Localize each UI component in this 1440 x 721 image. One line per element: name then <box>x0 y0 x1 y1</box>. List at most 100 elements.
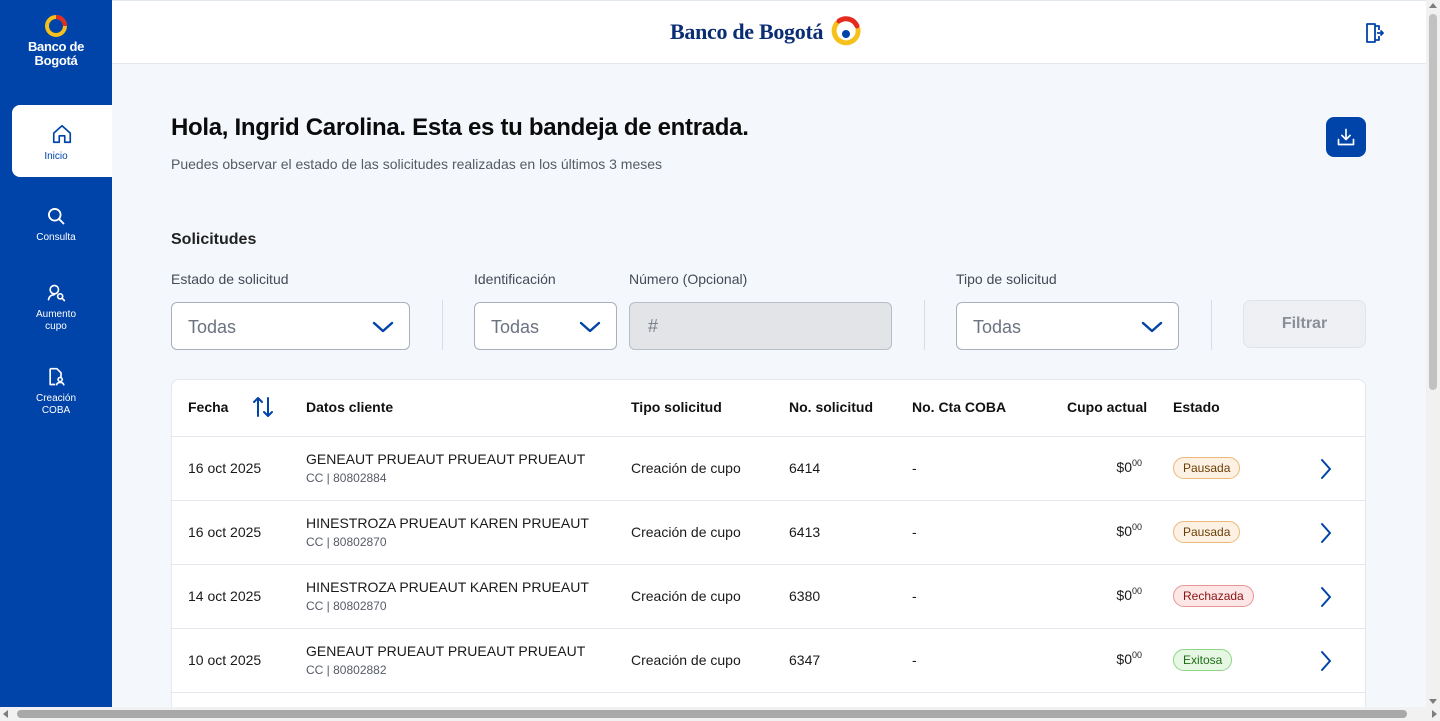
logout-icon <box>1366 23 1384 43</box>
row-cupo-dec: 00 <box>1131 522 1142 532</box>
row-cupo-int: $0 <box>1116 587 1132 603</box>
page-title: Hola, Ingrid Carolina. Esta es tu bandej… <box>171 114 749 141</box>
row-cupo-dec: 00 <box>1131 650 1142 660</box>
chevron-down-icon <box>372 321 394 333</box>
row-cta: - <box>912 652 917 668</box>
row-fecha: 10 oct 2025 <box>188 652 262 668</box>
vertical-scroll-thumb[interactable] <box>1429 14 1437 390</box>
filter-divider <box>442 300 443 350</box>
chevron-right-icon[interactable] <box>1318 649 1334 673</box>
table-row[interactable]: 16 oct 2025 GENEAUT PRUEAUT PRUEAUT PRUE… <box>172 437 1365 501</box>
col-header-cta: No. Cta COBA <box>912 399 1007 415</box>
row-tipo: Creación de cupo <box>631 652 741 668</box>
page-subtitle: Puedes observar el estado de las solicit… <box>171 156 663 172</box>
scroll-left-arrow[interactable] <box>3 710 8 718</box>
chevron-down-icon <box>1141 321 1163 333</box>
table-row[interactable]: 16 oct 2025 HINESTROZA PRUEAUT KAREN PRU… <box>172 501 1365 565</box>
horizontal-scroll-thumb[interactable] <box>17 710 1407 718</box>
row-tipo: Creación de cupo <box>631 524 741 540</box>
row-nro: 6414 <box>789 460 821 476</box>
horizontal-scrollbar[interactable] <box>0 707 1440 721</box>
nav-item-creacion-coba[interactable]: Creación COBA <box>0 367 112 417</box>
row-tipo: Creación de cupo <box>631 460 741 476</box>
top-header: Banco de Bogotá <box>112 0 1426 64</box>
estado-select-value: Todas <box>188 317 237 337</box>
col-header-fecha: Fecha <box>188 399 229 415</box>
download-button[interactable] <box>1326 117 1366 157</box>
section-title: Solicitudes <box>171 231 257 248</box>
chevron-down-icon <box>579 321 601 333</box>
sidebar-logo-line2: Bogotá <box>34 53 78 68</box>
col-header-cupo: Cupo actual <box>1067 399 1148 415</box>
row-cupo-int: $0 <box>1116 523 1132 539</box>
row-cupo-int: $0 <box>1116 651 1132 667</box>
row-cupo: $000 <box>1112 586 1142 603</box>
tipo-label: Tipo de solicitud <box>956 271 1057 287</box>
scroll-up-arrow[interactable] <box>1429 3 1437 8</box>
numero-input[interactable] <box>629 302 892 350</box>
sort-icon[interactable] <box>252 395 274 419</box>
nav-item-consulta[interactable]: Consulta <box>0 206 112 244</box>
estado-select[interactable]: Todas <box>171 302 410 350</box>
col-header-estado: Estado <box>1173 399 1220 415</box>
filter-button[interactable]: Filtrar <box>1243 300 1366 348</box>
estado-label: Estado de solicitud <box>171 271 289 287</box>
table-row[interactable]: 10 oct 2025 GENEAUT PRUEAUT PRUEAUT PRUE… <box>172 629 1365 693</box>
row-tipo: Creación de cupo <box>631 588 741 604</box>
status-badge: Exitosa <box>1173 649 1233 671</box>
nav-label-aumento-line2: cupo <box>45 321 67 332</box>
nav-item-inicio[interactable]: Inicio <box>12 105 112 177</box>
row-identificacion: CC | 80802870 <box>306 599 387 613</box>
row-nombre: HINESTROZA PRUEAUT KAREN PRUEAUT <box>306 579 589 595</box>
bank-logo-icon <box>831 16 861 46</box>
chevron-right-icon[interactable] <box>1318 585 1334 609</box>
download-icon <box>1337 128 1355 146</box>
nav-label-aumento-line1: Aumento <box>35 309 77 320</box>
row-cupo-int: $0 <box>1116 459 1132 475</box>
sidebar-logo-line1: Banco de <box>27 39 85 54</box>
row-nombre: GENEAUT PRUEAUT PRUEAUT PRUEAUT <box>306 643 586 659</box>
row-nro: 6413 <box>789 524 821 540</box>
row-nro: 6347 <box>789 652 821 668</box>
row-cupo: $000 <box>1112 522 1142 539</box>
col-header-tipo: Tipo solicitud <box>631 399 722 415</box>
table-row[interactable]: 14 oct 2025 HINESTROZA PRUEAUT KAREN PRU… <box>172 565 1365 629</box>
col-header-nro: No. solicitud <box>789 399 873 415</box>
chevron-right-icon[interactable] <box>1318 457 1334 481</box>
nav-label-creacion-line1: Creación <box>35 393 77 404</box>
identificacion-label: Identificación <box>474 271 556 287</box>
row-fecha: 16 oct 2025 <box>188 460 262 476</box>
header-brand-name: Banco de Bogotá <box>670 19 824 44</box>
row-cupo: $000 <box>1112 458 1142 475</box>
tipo-select-value: Todas <box>973 317 1022 337</box>
nav-label-creacion-line2: COBA <box>41 405 71 416</box>
bank-logo-icon <box>45 15 67 37</box>
row-cta: - <box>912 460 917 476</box>
identificacion-select-value: Todas <box>491 317 540 337</box>
row-identificacion: CC | 80802884 <box>306 471 387 485</box>
search-icon <box>48 208 65 225</box>
row-nombre: GENEAUT PRUEAUT PRUEAUT PRUEAUT <box>306 451 586 467</box>
logout-button[interactable] <box>1364 22 1384 49</box>
nav-label-inicio: Inicio <box>44 151 68 162</box>
status-badge: Pausada <box>1173 521 1241 543</box>
vertical-scrollbar[interactable] <box>1426 0 1440 707</box>
scroll-down-arrow[interactable] <box>1429 699 1437 704</box>
numero-label: Número (Opcional) <box>629 271 748 287</box>
home-icon <box>52 124 72 144</box>
row-cupo-dec: 00 <box>1131 586 1142 596</box>
header-brand: Banco de Bogotá <box>670 15 863 49</box>
sidebar-logo[interactable]: Banco de Bogotá <box>0 14 112 68</box>
row-nombre: HINESTROZA PRUEAUT KAREN PRUEAUT <box>306 515 589 531</box>
nav-item-aumento-cupo[interactable]: Aumento cupo <box>0 283 112 333</box>
status-badge: Rechazada <box>1173 585 1254 607</box>
status-badge: Pausada <box>1173 457 1241 479</box>
requests-table: Fecha Datos cliente Tipo solicitud No. s… <box>171 379 1366 709</box>
tipo-select[interactable]: Todas <box>956 302 1179 350</box>
row-fecha: 14 oct 2025 <box>188 588 262 604</box>
chevron-right-icon[interactable] <box>1318 521 1334 545</box>
row-nro: 6380 <box>789 588 821 604</box>
row-fecha: 16 oct 2025 <box>188 524 262 540</box>
identificacion-select[interactable]: Todas <box>474 302 617 350</box>
scroll-right-arrow[interactable] <box>1432 710 1437 718</box>
